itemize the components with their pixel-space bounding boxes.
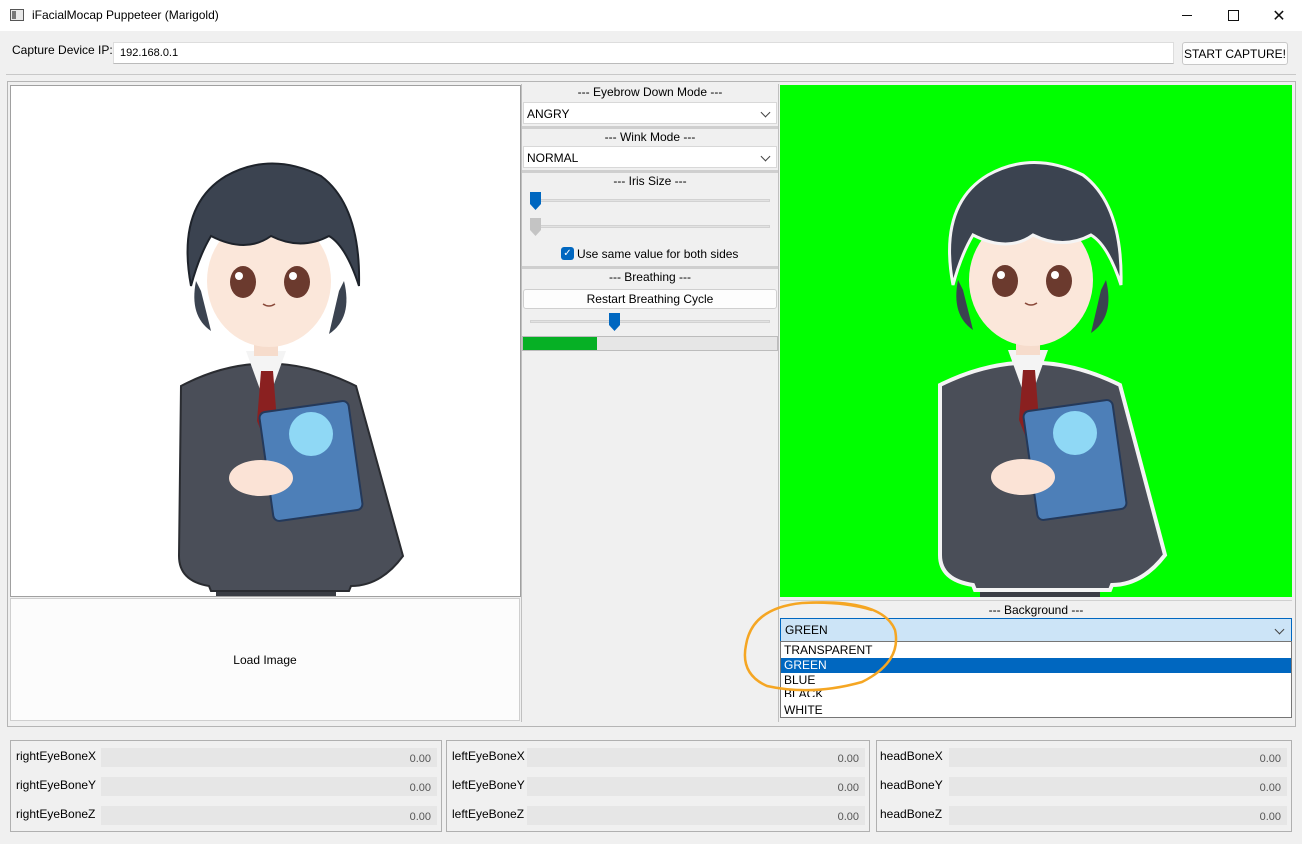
chevron-down-icon [1274,624,1285,635]
breathing-title: --- Breathing --- [522,266,778,284]
character-output-image [938,161,1168,597]
same-value-checkbox[interactable]: ✓ [561,247,574,260]
eyebrow-mode-value: ANGRY [527,107,570,121]
restart-breathing-button[interactable]: Restart Breathing Cycle [523,289,777,309]
input-image-panel [10,85,521,597]
load-image-button[interactable]: Load Image [10,598,520,721]
capture-ip-input[interactable] [113,42,1174,64]
background-option-white[interactable]: WHITE [781,703,1291,718]
left-eye-bone-group: leftEyeBoneX 0.00 leftEyeBoneY 0.00 left… [446,740,870,832]
separator [6,74,1296,75]
minimize-button[interactable] [1164,0,1210,31]
eyebrow-mode-select[interactable]: ANGRY [523,102,777,124]
iris-right-slider-thumb[interactable] [530,218,541,236]
bone-label: leftEyeBoneZ [452,807,525,821]
app-icon [10,9,24,21]
bone-value: 0.00 [527,777,865,796]
bone-label: headBoneX [880,749,943,763]
bone-label: rightEyeBoneX [16,749,97,763]
character-image [177,162,405,596]
bone-label: headBoneY [880,778,943,792]
breathing-slider-thumb[interactable] [609,313,621,331]
head-bone-group: headBoneX 0.00 headBoneY 0.00 headBoneZ … [876,740,1292,832]
minimize-icon [1182,15,1192,16]
maximize-button[interactable] [1210,0,1256,31]
bone-label: rightEyeBoneZ [16,807,96,821]
title-bar: iFacialMocap Puppeteer (Marigold) ✕ [0,0,1302,31]
wink-mode-select[interactable]: NORMAL [523,146,777,168]
bone-value: 0.00 [527,806,865,825]
annotation-highlight-circle [743,601,898,692]
bone-label: headBoneZ [880,807,943,821]
output-image-panel [780,85,1292,597]
start-capture-button[interactable]: START CAPTURE! [1182,42,1288,65]
iris-size-title: --- Iris Size --- [522,170,778,188]
capture-ip-label: Capture Device IP: [12,43,113,57]
wink-mode-title: --- Wink Mode --- [522,126,778,144]
bone-label: rightEyeBoneY [16,778,97,792]
bone-value: 0.00 [949,777,1287,796]
bone-value: 0.00 [949,748,1287,767]
maximize-icon [1227,10,1239,21]
bone-label: leftEyeBoneX [452,749,525,763]
bone-value: 0.00 [101,748,437,767]
breathing-slider-track[interactable] [530,320,770,323]
iris-left-slider-thumb[interactable] [530,192,541,210]
wink-mode-value: NORMAL [527,151,579,165]
bone-value: 0.00 [949,806,1287,825]
right-eye-bone-group: rightEyeBoneX 0.00 rightEyeBoneY 0.00 ri… [10,740,442,832]
eyebrow-mode-title: --- Eyebrow Down Mode --- [577,85,723,99]
bone-value: 0.00 [101,806,437,825]
breathing-progress-fill [523,337,597,350]
chevron-down-icon [760,107,771,118]
close-button[interactable]: ✕ [1256,0,1302,31]
chevron-down-icon [760,151,771,162]
close-icon: ✕ [1272,7,1286,25]
bone-label: leftEyeBoneY [452,778,525,792]
same-value-label: Use same value for both sides [577,247,739,261]
bone-value: 0.00 [101,777,437,796]
iris-left-slider-track[interactable] [530,199,770,202]
breathing-progress-bar [522,336,778,351]
checkmark-icon: ✓ [563,248,572,259]
window-title: iFacialMocap Puppeteer (Marigold) [32,8,219,22]
iris-right-slider-track[interactable] [530,225,770,228]
bone-value: 0.00 [527,748,865,767]
